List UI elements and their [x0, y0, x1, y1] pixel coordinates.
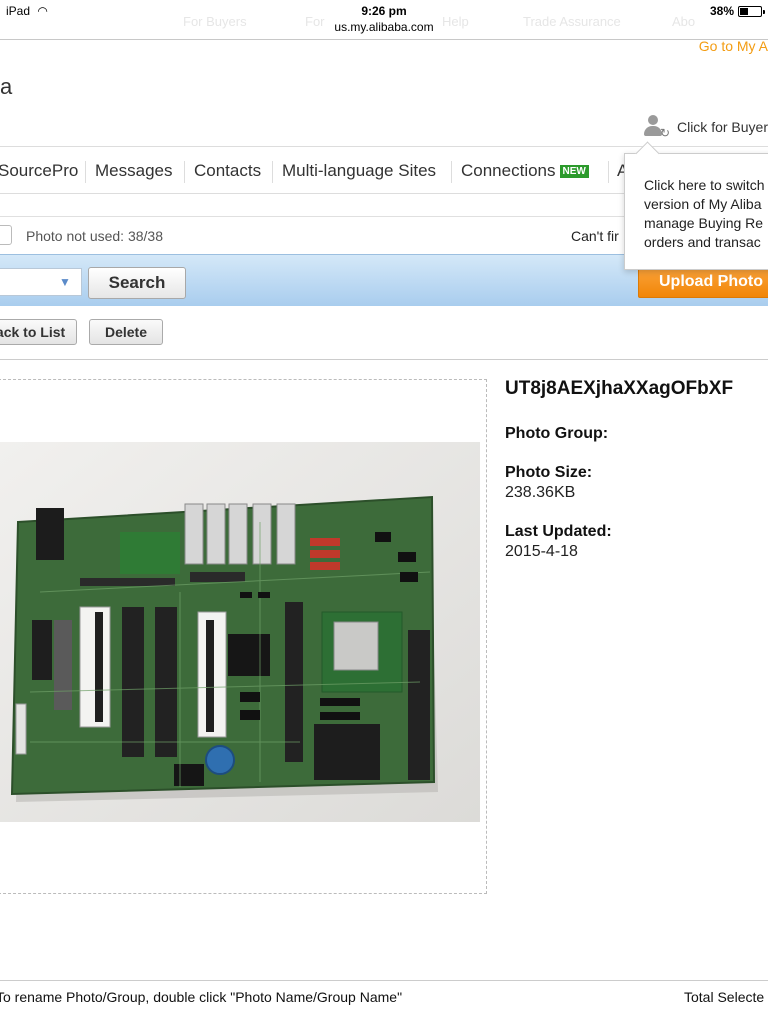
last-updated-label: Last Updated:	[505, 523, 612, 540]
rename-hint: To rename Photo/Group, double click "Pho…	[0, 989, 403, 1005]
battery-indicator: 38%	[709, 4, 765, 18]
photo-details-panel: UT8j8AEXjhaXXagOFbXF Photo Group: Photo …	[505, 378, 733, 561]
photo-group-label: Photo Group:	[505, 425, 609, 442]
select-all-checkbox[interactable]	[0, 225, 12, 245]
nav-divider	[184, 161, 185, 183]
photo-size-value: 238.36KB	[505, 484, 576, 501]
nav-divider	[608, 161, 609, 183]
buyer-switch-popover: Click here to switch version of My Aliba…	[624, 153, 768, 270]
back-to-list-button[interactable]: Back to List	[0, 319, 77, 345]
photo-not-used-count: Photo not used: 38/38	[26, 228, 163, 244]
nav-item-connections-label: Connections	[461, 161, 556, 180]
nav-divider	[451, 161, 452, 183]
logo-fragment: a	[0, 74, 13, 99]
popover-line: Click here to switch	[644, 177, 765, 193]
ios-status-bar: For Buyers For Help Trade Assurance Abo …	[0, 0, 768, 40]
circuit-board-image	[0, 442, 480, 822]
popover-line: manage Buying Re	[644, 215, 764, 231]
user-switch-icon: ↻	[643, 114, 671, 140]
nav-item-messages[interactable]: Messages	[95, 161, 172, 181]
go-to-my-alibaba-link[interactable]: Go to My A	[699, 38, 768, 54]
battery-percent: 38%	[709, 4, 734, 18]
total-selected: Total Selecte	[684, 989, 765, 1005]
chevron-down-icon: ▼	[59, 275, 71, 289]
nav-item-sourcepro[interactable]: SourcePro	[0, 161, 78, 181]
upload-photo-button[interactable]: Upload Photo	[638, 266, 768, 298]
group-select[interactable]: ▼	[0, 268, 82, 296]
footer-bar: To rename Photo/Group, double click "Pho…	[0, 980, 768, 1012]
back-to-list-label: Back to List	[0, 324, 66, 340]
address-url[interactable]: us.my.alibaba.com	[0, 20, 768, 34]
delete-button[interactable]: Delete	[89, 319, 163, 345]
search-button[interactable]: Search	[88, 267, 186, 299]
new-badge: NEW	[559, 165, 589, 178]
nav-divider	[272, 161, 273, 183]
nav-item-multi-language-sites[interactable]: Multi-language Sites	[282, 161, 436, 181]
clock: 9:26 pm	[361, 4, 407, 18]
photo-name[interactable]: UT8j8AEXjhaXXagOFbXF	[505, 378, 733, 400]
nav-item-contacts[interactable]: Contacts	[194, 161, 261, 181]
nav-item-connections[interactable]: Connections NEW	[461, 161, 589, 181]
photo-size-label: Photo Size:	[505, 464, 593, 481]
last-updated-value: 2015-4-18	[505, 543, 578, 560]
cant-find-link[interactable]: Can't fir	[571, 228, 619, 244]
action-row: Back to List Delete	[0, 306, 768, 360]
nav-divider	[85, 161, 86, 183]
buyer-switch-button[interactable]: ↻ Click for Buyer	[643, 114, 768, 140]
battery-icon	[738, 5, 765, 17]
circuit-board-photo[interactable]	[0, 442, 480, 822]
buyer-switch-label: Click for Buyer	[676, 119, 768, 135]
popover-line: version of My Aliba	[644, 196, 762, 212]
popover-line: orders and transac	[644, 234, 761, 250]
